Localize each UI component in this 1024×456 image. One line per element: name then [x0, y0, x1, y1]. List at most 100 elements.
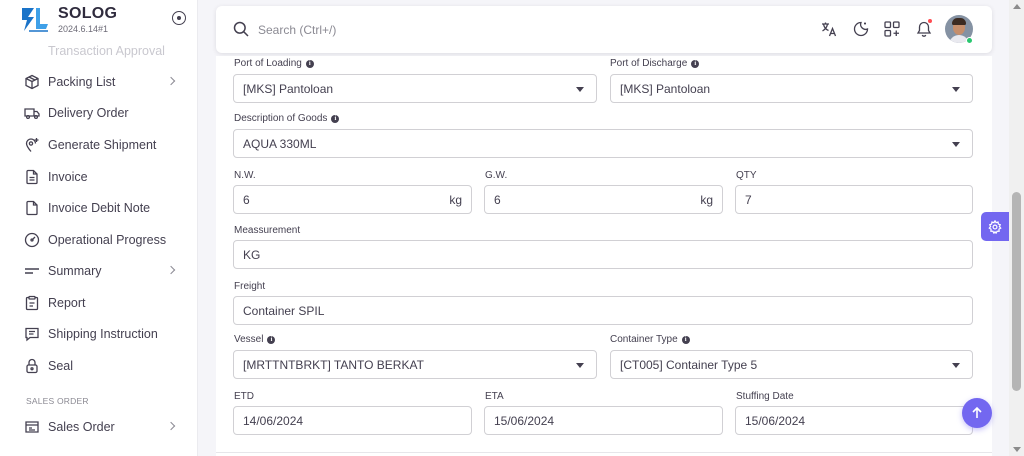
eta-date-input[interactable]: 15/06/2024	[484, 406, 723, 435]
sidebar-item-label: Summary	[48, 264, 102, 278]
sidebar-item-label: Operational Progress	[48, 233, 167, 247]
port-of-discharge-select[interactable]: [MKS] Pantoloan	[610, 74, 973, 103]
input-value: 15/06/2024	[494, 413, 555, 428]
gear-icon	[988, 219, 1002, 234]
sidebar-item-shipping-instruction[interactable]: Shipping Instruction	[16, 320, 186, 348]
info-icon[interactable]: i	[681, 335, 690, 344]
sidebar-item-transaction-approval[interactable]: Transaction Approval	[48, 44, 165, 58]
file-text-icon	[26, 169, 38, 185]
info-icon[interactable]: i	[691, 59, 700, 68]
sidebar-item-label: Seal	[48, 359, 74, 373]
nw-input[interactable]: 6 kg	[233, 185, 472, 214]
gw-input[interactable]: 6 kg	[484, 185, 723, 214]
eta-label: ETA	[485, 391, 504, 402]
qty-input[interactable]: 7	[735, 185, 973, 214]
input-value: 7	[745, 192, 752, 207]
top-navbar	[216, 6, 992, 53]
scroll-up-arrow-icon[interactable]	[1013, 4, 1021, 9]
online-status-dot	[966, 37, 973, 44]
moon-icon[interactable]	[852, 20, 870, 38]
input-value: KG	[243, 247, 261, 262]
sidebar-item-label: Sales Order	[48, 420, 115, 434]
etd-date-input[interactable]: 14/06/2024	[233, 406, 472, 435]
input-value: 6	[243, 192, 250, 207]
scroll-down-arrow-icon[interactable]	[1013, 447, 1021, 452]
section-header-sales-order: SALES ORDER	[26, 396, 89, 406]
sidebar-item-label: Invoice Debit Note	[48, 201, 151, 215]
brand[interactable]: SOLOG 2024.6.14#1	[20, 4, 190, 36]
input-value: Container SPIL	[243, 303, 325, 318]
report-icon	[25, 295, 39, 311]
sidebar-item-label: Invoice	[48, 170, 88, 184]
avatar-hair	[952, 18, 966, 25]
sidebar-item-generate-shipment[interactable]: Generate Shipment	[16, 131, 186, 159]
map-pin-plus-icon	[25, 138, 39, 152]
measurement-label: Meassurement	[234, 225, 301, 236]
sidebar-item-seal[interactable]: Seal	[16, 352, 186, 380]
search-icon[interactable]	[233, 21, 249, 37]
chevron-right-icon	[166, 421, 176, 431]
label-text: Container Type	[610, 334, 678, 345]
sidebar: SOLOG 2024.6.14#1 Transaction Approval P…	[0, 0, 198, 456]
chevron-right-icon	[166, 265, 176, 275]
sologistics-logo	[22, 8, 48, 32]
lock-icon	[26, 358, 38, 374]
vessel-label: Vessel i	[234, 334, 276, 345]
translate-icon[interactable]	[820, 20, 838, 38]
port-of-loading-select[interactable]: [MKS] Pantoloan	[233, 74, 597, 103]
sidebar-item-operational-progress[interactable]: Operational Progress	[16, 226, 186, 254]
sales-order-icon	[25, 421, 39, 433]
card-divider	[216, 452, 992, 453]
input-value: 6	[494, 192, 501, 207]
search-input[interactable]	[258, 20, 558, 40]
sidebar-item-label: Report	[48, 296, 86, 310]
menu-lines-icon	[25, 268, 39, 274]
stuffing-date-label: Stuffing Date	[736, 391, 794, 402]
port-of-discharge-label: Port of Discharge i	[610, 58, 700, 69]
nw-label: N.W.	[234, 170, 256, 181]
sidebar-item-summary[interactable]: Summary	[16, 257, 186, 285]
sidebar-item-delivery-order[interactable]: Delivery Order	[16, 99, 186, 127]
customizer-settings-button[interactable]	[981, 212, 1009, 241]
message-list-icon	[25, 327, 39, 342]
selected-value: [CT005] Container Type 5	[620, 357, 758, 372]
description-of-goods-select[interactable]: AQUA 330ML	[233, 129, 973, 158]
sidebar-toggle-icon[interactable]	[172, 11, 186, 25]
container-type-select[interactable]: [CT005] Container Type 5	[610, 350, 973, 379]
sidebar-item-label: Delivery Order	[48, 106, 129, 120]
sidebar-item-label: Generate Shipment	[48, 138, 157, 152]
description-of-goods-label: Description of Goods i	[234, 113, 340, 124]
sidebar-item-invoice-debit-note[interactable]: Invoice Debit Note	[16, 194, 186, 222]
gw-label: G.W.	[485, 170, 508, 181]
label-text: Description of Goods	[234, 113, 328, 124]
selected-value: AQUA 330ML	[243, 136, 317, 151]
label-text: Port of Loading	[234, 58, 302, 69]
etd-label: ETD	[234, 391, 254, 402]
label-text: Vessel	[234, 334, 264, 345]
page-scrollbar[interactable]	[1009, 0, 1024, 456]
vessel-select[interactable]: [MRTTNTBRKT] TANTO BERKAT	[233, 350, 597, 379]
selected-value: [MRTTNTBRKT] TANTO BERKAT	[243, 357, 424, 372]
label-text: Port of Discharge	[610, 58, 688, 69]
sidebar-item-packing-list[interactable]: Packing List	[16, 68, 186, 96]
package-icon	[25, 74, 39, 90]
chevron-right-icon	[166, 76, 176, 86]
info-icon[interactable]: i	[267, 335, 276, 344]
measurement-input[interactable]: KG	[233, 240, 973, 269]
input-value: 15/06/2024	[745, 413, 806, 428]
gauge-icon	[24, 232, 40, 248]
freight-input[interactable]: Container SPIL	[233, 296, 973, 325]
sidebar-item-report[interactable]: Report	[16, 289, 186, 317]
sidebar-item-sales-order[interactable]: Sales Order	[16, 413, 186, 441]
sidebar-item-label: Shipping Instruction	[48, 327, 158, 341]
scroll-to-top-button[interactable]	[962, 398, 992, 428]
grid-plus-icon[interactable]	[883, 20, 901, 38]
brand-version: 2024.6.14#1	[58, 24, 109, 34]
brand-name: SOLOG	[58, 5, 118, 22]
info-icon[interactable]: i	[305, 59, 314, 68]
unit-suffix: kg	[449, 193, 462, 207]
sidebar-item-invoice[interactable]: Invoice	[16, 163, 186, 191]
info-icon[interactable]: i	[331, 114, 340, 123]
scrollbar-thumb[interactable]	[1012, 192, 1021, 391]
stuffing-date-input[interactable]: 15/06/2024	[735, 406, 973, 435]
